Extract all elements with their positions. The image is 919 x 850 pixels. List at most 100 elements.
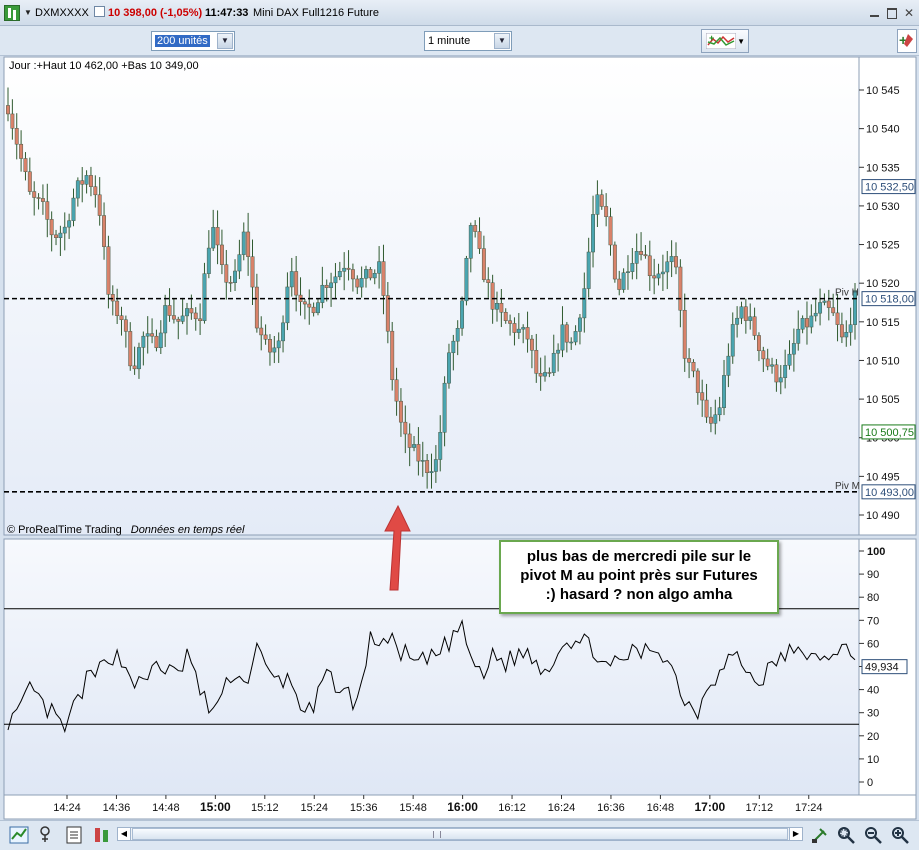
interval-select[interactable]: 1 minute ▼ bbox=[424, 31, 512, 51]
candle-body bbox=[499, 302, 504, 313]
scroll-right-button[interactable]: ▶ bbox=[789, 827, 803, 841]
object-tool-icon[interactable] bbox=[37, 825, 57, 845]
chart-app-icon[interactable] bbox=[4, 5, 20, 21]
candle-body bbox=[586, 251, 591, 289]
candle-body bbox=[263, 334, 268, 340]
candle-body bbox=[167, 305, 172, 316]
candle-body bbox=[774, 364, 779, 383]
price-tick-label: 10 535 bbox=[866, 162, 900, 174]
candle-body bbox=[171, 315, 176, 320]
candle-body bbox=[14, 128, 19, 145]
chart-area[interactable]: Piv H Piv M 10 545 10 540 10 535 10 530 10 52… bbox=[0, 56, 919, 820]
candle-body bbox=[281, 322, 286, 342]
time-tick-label: 16:48 bbox=[647, 802, 675, 814]
candle-body bbox=[682, 309, 687, 359]
minimize-button[interactable] bbox=[868, 6, 882, 20]
candle-body bbox=[700, 392, 705, 401]
candle-body bbox=[743, 306, 748, 321]
candle-body bbox=[141, 335, 146, 348]
side-panel-toggle[interactable]: + bbox=[897, 29, 917, 53]
zoom-out-icon[interactable] bbox=[863, 825, 883, 845]
candle-body bbox=[32, 191, 37, 198]
candle-body bbox=[608, 216, 613, 246]
candle-body bbox=[791, 343, 796, 355]
candle-body bbox=[503, 311, 508, 321]
candle-body bbox=[398, 400, 403, 423]
price-tick-label: 10 515 bbox=[866, 317, 900, 329]
candle-body bbox=[429, 471, 434, 473]
title-bar: ▼ DXMXXXX 10 398,00 (-1,05%) 11:47:33 Mi… bbox=[0, 0, 919, 26]
candle-body bbox=[481, 248, 486, 280]
candle-body bbox=[591, 214, 595, 253]
price-tick-label: 10 505 bbox=[866, 394, 900, 406]
oscillator-tick-label: 80 bbox=[867, 592, 879, 604]
candle-body bbox=[551, 352, 556, 373]
candle-body bbox=[250, 256, 255, 288]
oscillator-tick-label: 20 bbox=[867, 731, 879, 743]
candle-body bbox=[477, 231, 482, 249]
candle-body bbox=[752, 316, 757, 336]
chevron-down-icon[interactable]: ▼ bbox=[217, 33, 233, 49]
candle-body bbox=[512, 323, 517, 333]
candle-body bbox=[364, 269, 368, 279]
candle-body bbox=[224, 264, 229, 283]
candle-body bbox=[639, 251, 644, 255]
time-tick-label: 16:36 bbox=[597, 802, 625, 814]
checkbox-icon[interactable] bbox=[94, 6, 105, 17]
chevron-down-icon[interactable]: ▼ bbox=[494, 33, 510, 49]
price-tick-label: 10 510 bbox=[866, 355, 900, 367]
candle-body bbox=[294, 271, 299, 296]
candle-body bbox=[342, 267, 347, 272]
scrollbar-thumb[interactable] bbox=[132, 828, 788, 840]
zoom-area-icon[interactable] bbox=[836, 825, 856, 845]
chevron-down-icon[interactable]: ▼ bbox=[24, 8, 32, 17]
time-tick-label: 14:48 bbox=[152, 802, 180, 814]
candle-body bbox=[708, 416, 713, 424]
candle-body bbox=[302, 301, 307, 305]
candle-body bbox=[844, 332, 849, 338]
candle-body bbox=[211, 227, 216, 249]
close-button[interactable]: ✕ bbox=[902, 6, 916, 20]
candle-body bbox=[355, 278, 360, 288]
candle-body bbox=[377, 261, 382, 274]
chevron-down-icon: ▼ bbox=[737, 37, 745, 46]
annotation-line-1: plus bas de mercredi pile sur le bbox=[526, 548, 752, 565]
candle-body bbox=[158, 332, 163, 348]
candle-body bbox=[23, 158, 28, 173]
candle-body bbox=[390, 330, 395, 381]
units-select[interactable]: 200 unités ▼ bbox=[151, 31, 235, 51]
realtime-note: Données en temps réel bbox=[131, 524, 245, 536]
time-tick-label: 15:36 bbox=[350, 802, 378, 814]
annotation-line-2: pivot M au point près sur Futures bbox=[520, 567, 758, 584]
candle-body bbox=[198, 318, 203, 321]
time-tick-label: 14:24 bbox=[53, 802, 81, 814]
add-indicator-button[interactable]: + ▼ bbox=[701, 29, 749, 53]
candle-body bbox=[730, 324, 735, 357]
candle-body bbox=[6, 105, 10, 115]
zoom-in-icon[interactable] bbox=[890, 825, 910, 845]
candle-body bbox=[259, 327, 264, 336]
oscillator-tick-label: 100 bbox=[867, 546, 885, 558]
candle-body bbox=[468, 225, 473, 259]
candle-body bbox=[455, 328, 460, 342]
chart-scrollbar[interactable]: ◀ ▶ bbox=[117, 827, 803, 841]
candle-body bbox=[67, 220, 72, 228]
candle-body bbox=[346, 267, 351, 270]
cursor-tool-icon[interactable] bbox=[810, 825, 830, 845]
candle-body bbox=[486, 279, 491, 283]
bars-tool-icon[interactable] bbox=[92, 825, 112, 845]
candle-body bbox=[246, 231, 251, 257]
candle-body bbox=[490, 282, 495, 310]
oscillator-tick-label: 40 bbox=[867, 685, 879, 697]
symbol-label[interactable]: DXMXXXX bbox=[35, 7, 89, 19]
list-icon[interactable] bbox=[64, 825, 84, 845]
candle-body bbox=[75, 180, 80, 199]
scroll-left-button[interactable]: ◀ bbox=[117, 827, 131, 841]
candle-body bbox=[800, 318, 805, 330]
candle-body bbox=[285, 286, 290, 324]
chart-style-icon[interactable] bbox=[9, 825, 29, 845]
maximize-button[interactable] bbox=[885, 6, 899, 20]
price-panel-header: Jour :+Haut 10 462,00 +Bas 10 349,00 bbox=[9, 60, 199, 72]
candle-body bbox=[726, 355, 731, 376]
time-tick-label: 15:24 bbox=[300, 802, 328, 814]
